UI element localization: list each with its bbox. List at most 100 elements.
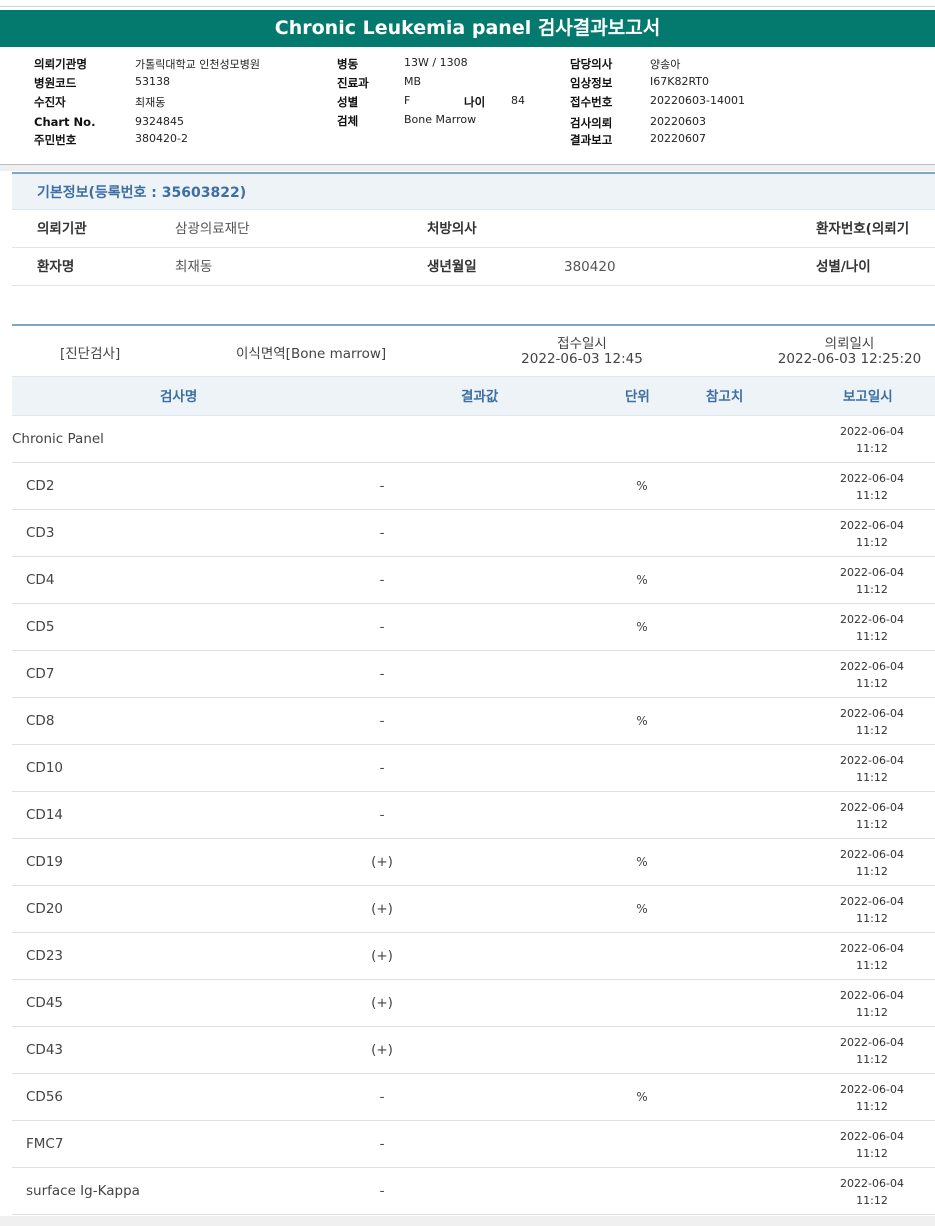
table-row: CD3 - 2022-06-04 11:12 (12, 510, 935, 557)
table-row: CD56 -% 2022-06-04 11:12 (12, 1074, 935, 1121)
patient-label: 수진자 (34, 95, 66, 109)
test-name: CD2 (26, 478, 55, 494)
receipt-label: 접수번호 (570, 95, 613, 109)
request-value: 20220603 (650, 115, 706, 128)
test-name: CD45 (26, 995, 63, 1011)
doctor-label: 담당의사 (570, 57, 613, 71)
test-name: CD4 (26, 572, 55, 588)
test-result: - (379, 807, 385, 823)
sex-age-label: 성별/나이 (816, 259, 871, 275)
report-date: 2022-06-04 (840, 801, 904, 814)
test-name: Chronic Panel (12, 431, 104, 447)
report-date: 2022-06-04 (840, 1177, 904, 1190)
birth-label: 생년월일 (427, 259, 477, 275)
report-date: 2022-06-04 (840, 472, 904, 485)
report-date: 2022-06-04 (840, 754, 904, 767)
requested-value: 2022-06-03 12:25:20 (777, 351, 922, 367)
report-datetime: 2022-06-04 11:12 (832, 611, 912, 645)
clinical-value: I67K82RT0 (650, 75, 710, 88)
report-datetime: 2022-06-04 11:12 (832, 658, 912, 692)
report-title: Chronic Leukemia panel 검사결과보고서 (0, 10, 935, 47)
test-name: CD20 (26, 901, 63, 917)
id-label: 주민번호 (34, 133, 77, 147)
chart-label: Chart No. (34, 115, 96, 129)
report-time: 11:12 (856, 583, 888, 596)
test-result: (+) (371, 1042, 393, 1058)
report-datetime: 2022-06-04 11:12 (832, 423, 912, 457)
table-row: CD10 - 2022-06-04 11:12 (12, 745, 935, 792)
report-time: 11:12 (856, 630, 888, 643)
patient-name-label: 환자명 (37, 259, 75, 275)
test-name: CD3 (26, 525, 55, 541)
exam-summary: [진단검사] 이식면역[Bone marrow] 접수일시 2022-06-03… (12, 324, 935, 376)
receipt-value: 20220603-14001 (650, 94, 745, 107)
table-row: Chronic Panel 2022-06-04 11:12 (12, 416, 935, 463)
report-datetime: 2022-06-04 11:12 (832, 517, 912, 551)
result-value: 20220607 (650, 132, 706, 145)
results-table: 검사명 결과값 단위 참고치 보고일시 Chronic Panel 2022-06… (12, 376, 935, 1215)
sex-label: 성별 (337, 95, 359, 109)
table-row: CD23 (+) 2022-06-04 11:12 (12, 933, 935, 980)
test-result: (+) (371, 854, 393, 870)
test-result: - (379, 572, 385, 588)
hospcode-value: 53138 (135, 75, 170, 88)
basic-info-heading: 기본정보(등록번호 : 35603822) (12, 172, 935, 210)
prescriber-label: 처방의사 (427, 221, 477, 237)
test-name: FMC7 (26, 1136, 64, 1152)
test-name: CD23 (26, 948, 63, 964)
test-name: CD43 (26, 1042, 63, 1058)
header-report: 보고일시 (843, 389, 893, 405)
table-body: Chronic Panel 2022-06-04 11:12 CD2 -% 2022-06… (12, 416, 935, 1215)
report-time: 11:12 (856, 771, 888, 784)
report-time: 11:12 (856, 1147, 888, 1160)
test-unit: % (636, 573, 648, 587)
table-row: surface Ig-Kappa - 2022-06-04 11:12 (12, 1168, 935, 1215)
table-row: CD5 -% 2022-06-04 11:12 (12, 604, 935, 651)
requested-label: 의뢰일시 (824, 336, 875, 352)
report-date: 2022-06-04 (840, 895, 904, 908)
test-result: (+) (371, 948, 393, 964)
doctor-value: 양송아 (650, 58, 681, 71)
result-label: 결과보고 (570, 133, 613, 147)
test-unit: % (636, 1090, 648, 1104)
report-time: 11:12 (856, 536, 888, 549)
test-result: - (379, 1183, 385, 1199)
test-result: - (379, 760, 385, 776)
test-name: surface Ig-Kappa (26, 1183, 140, 1199)
age-label: 나이 (464, 95, 486, 109)
sex-value: F (404, 94, 411, 107)
report-date: 2022-06-04 (840, 425, 904, 438)
bottom-divider (0, 1216, 935, 1226)
top-border (0, 6, 935, 7)
report-time: 11:12 (856, 818, 888, 831)
id-value: 380420-2 (135, 132, 188, 145)
dept-label: 진료과 (337, 76, 369, 90)
report-time: 11:12 (856, 959, 888, 972)
section-divider (0, 165, 935, 171)
table-row: CD43 (+) 2022-06-04 11:12 (12, 1027, 935, 1074)
header-name: 검사명 (160, 389, 198, 405)
test-result: - (379, 478, 385, 494)
table-row: CD19 (+)% 2022-06-04 11:12 (12, 839, 935, 886)
table-row: CD8 -% 2022-06-04 11:12 (12, 698, 935, 745)
report-datetime: 2022-06-04 11:12 (832, 987, 912, 1021)
test-name: CD10 (26, 760, 63, 776)
test-unit: % (636, 902, 648, 916)
report-time: 11:12 (856, 1006, 888, 1019)
header-ref: 참고치 (706, 389, 744, 405)
received-value: 2022-06-03 12:45 (521, 351, 643, 367)
report-time: 11:12 (856, 724, 888, 737)
clinical-label: 임상정보 (570, 76, 613, 90)
institution-label: 의뢰기관 (37, 221, 87, 237)
report-datetime: 2022-06-04 11:12 (832, 1175, 912, 1209)
test-unit: % (636, 855, 648, 869)
report-time: 11:12 (856, 865, 888, 878)
test-result: - (379, 525, 385, 541)
table-row: CD2 -% 2022-06-04 11:12 (12, 463, 935, 510)
patient-no-label: 환자번호(의뢰기 (816, 221, 910, 237)
test-unit: % (636, 620, 648, 634)
basic-info-row-1: 의뢰기관 삼광의료재단 처방의사 환자번호(의뢰기 (12, 210, 935, 248)
report-time: 11:12 (856, 1053, 888, 1066)
header-result: 결과값 (461, 389, 499, 405)
report-datetime: 2022-06-04 11:12 (832, 1128, 912, 1162)
